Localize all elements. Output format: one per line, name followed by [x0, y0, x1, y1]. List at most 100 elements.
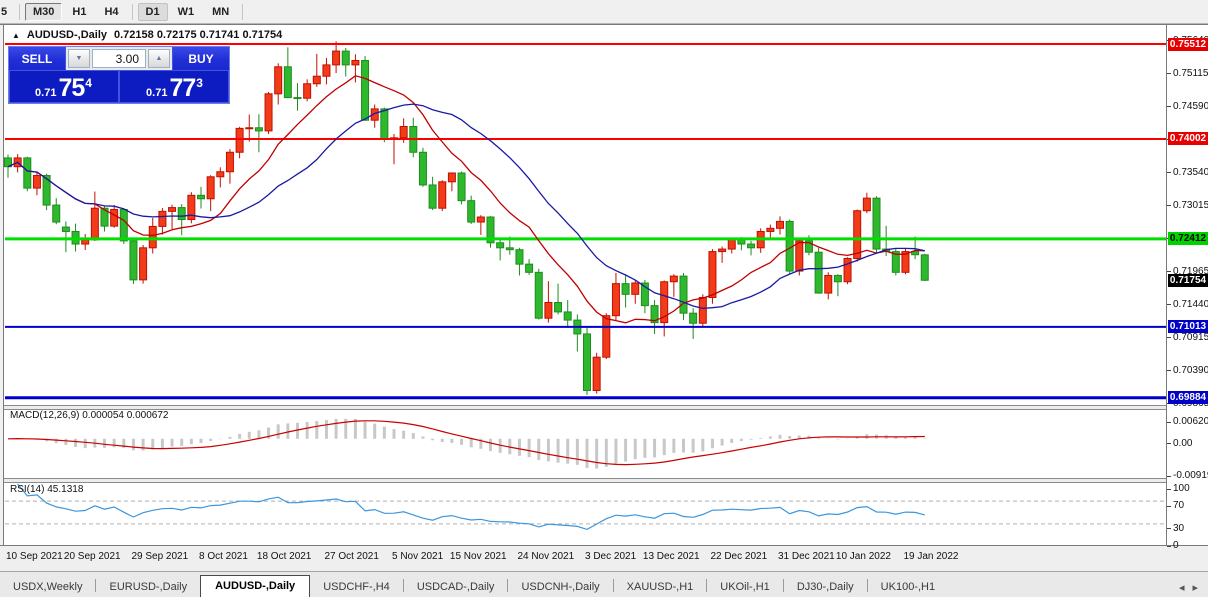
- date-axis-label: 27 Oct 2021: [324, 551, 378, 562]
- volume-increase-button[interactable]: ▲: [148, 49, 170, 68]
- sell-button[interactable]: SELL: [9, 47, 66, 70]
- macd-axis-tick-label: 0.006201: [1173, 416, 1208, 427]
- price-axis-tick-mark: [1167, 73, 1171, 74]
- price-axis-tick-label: 0.70390: [1173, 365, 1208, 376]
- macd-axis-tick-mark: [1167, 443, 1171, 444]
- timeframe-button-d1[interactable]: D1: [138, 3, 168, 21]
- date-axis-label: 15 Nov 2021: [450, 551, 507, 562]
- tab-scroll-left-icon[interactable]: ◂: [1179, 581, 1185, 594]
- timeframe-button-5[interactable]: 5: [0, 3, 14, 21]
- date-axis-label: 3 Dec 2021: [585, 551, 636, 562]
- volume-stepper: ▼ 3.00 ▲: [66, 47, 172, 70]
- chart-tab-usdcad-daily[interactable]: USDCAD-,Daily: [404, 577, 508, 597]
- price-axis-tick-label: 0.71440: [1173, 299, 1208, 310]
- rsi-axis-tick-label: 100: [1173, 483, 1190, 494]
- rsi-axis-tick-label: 0: [1173, 540, 1179, 551]
- collapse-arrow-icon[interactable]: ▲: [12, 31, 20, 40]
- price-axis-tick-mark: [1167, 172, 1171, 173]
- buy-price-pips: 77: [169, 76, 195, 100]
- price-flag: 0.69884: [1168, 391, 1208, 404]
- timeframe-button-mn[interactable]: MN: [204, 3, 237, 21]
- price-axis-tick-mark: [1167, 106, 1171, 107]
- rsi-axis-tick-mark: [1167, 546, 1171, 547]
- date-axis-label: 10 Jan 2022: [836, 551, 891, 562]
- date-axis-label: 18 Oct 2021: [257, 551, 311, 562]
- macd-panel-separator[interactable]: [4, 405, 1208, 410]
- timeframe-toolbar: 5 M30H1H4 D1W1MN: [0, 0, 1208, 24]
- volume-input[interactable]: 3.00: [92, 49, 146, 68]
- date-axis[interactable]: 10 Sep 202120 Sep 2021 29 Sep 2021 8 Oct 2…: [0, 546, 1208, 571]
- trade-panel: SELL ▼ 3.00 ▲ BUY 0.71 75 4 0.71 77 3: [8, 46, 230, 104]
- price-axis-tick-mark: [1167, 304, 1171, 305]
- price-flag: 0.75512: [1168, 38, 1208, 51]
- date-axis-label: 10 Sep 2021: [6, 551, 63, 562]
- chart-tab-uk100-h1[interactable]: UK100-,H1: [868, 577, 948, 597]
- price-axis-tick-mark: [1167, 370, 1171, 371]
- date-axis-label: 5 Nov 2021: [392, 551, 443, 562]
- mt4-window: 5 M30H1H4 D1W1MN ▲ AUDUSD-,Daily 0.72158 0…: [0, 0, 1208, 597]
- timeframe-button-h4[interactable]: H4: [96, 3, 126, 21]
- price-axis-tick-label: 0.75115: [1173, 68, 1208, 79]
- timeframe-button-m30[interactable]: M30: [25, 3, 62, 21]
- price-axis-tick-label: 0.74590: [1173, 101, 1208, 112]
- date-axis-label: 13 Dec 2021: [643, 551, 700, 562]
- chart-header: ▲ AUDUSD-,Daily 0.72158 0.72175 0.71741 …: [12, 29, 282, 41]
- macd-axis-tick-mark: [1167, 422, 1171, 423]
- price-axis-tick-mark: [1167, 337, 1171, 338]
- chart-tab-usdx-weekly[interactable]: USDX,Weekly: [0, 577, 95, 597]
- chart-tab-ukoil-h1[interactable]: UKOil-,H1: [707, 577, 783, 597]
- price-flag: 0.71013: [1168, 320, 1208, 333]
- price-axis-tick-mark: [1167, 271, 1171, 272]
- macd-label: MACD(12,26,9) 0.000054 0.000672: [10, 410, 168, 421]
- chart-tab-audusd-daily[interactable]: AUDUSD-,Daily: [200, 575, 310, 597]
- macd-axis-tick-label: -0.00919: [1173, 470, 1208, 481]
- buy-price-prefix: 0.71: [146, 86, 167, 100]
- date-axis-label: 29 Sep 2021: [131, 551, 188, 562]
- date-axis-label: 19 Jan 2022: [903, 551, 958, 562]
- price-flag: 0.72412: [1168, 232, 1208, 245]
- macd-axis-tick-label: 0.00: [1173, 438, 1192, 449]
- date-axis-label: 20 Sep 2021: [64, 551, 121, 562]
- buy-price-display[interactable]: 0.71 77 3: [120, 71, 229, 102]
- rsi-axis-tick-mark: [1167, 506, 1171, 507]
- chart-tab-eurusd-daily[interactable]: EURUSD-,Daily: [96, 577, 200, 597]
- price-axis[interactable]: 0.756400.751150.745900.740650.735400.730…: [1167, 25, 1208, 545]
- chart-tab-xauusd-h1[interactable]: XAUUSD-,H1: [614, 577, 707, 597]
- rsi-axis-tick-label: 70: [1173, 500, 1184, 511]
- chart-tab-dj30-daily[interactable]: DJ30-,Daily: [784, 577, 867, 597]
- rsi-label: RSI(14) 45.1318: [10, 484, 83, 495]
- buy-button[interactable]: BUY: [172, 47, 229, 70]
- date-axis-label: 8 Oct 2021: [199, 551, 248, 562]
- timeframe-button-w1[interactable]: W1: [170, 3, 203, 21]
- tab-scroll-arrows: ◂▸: [1179, 581, 1198, 594]
- volume-decrease-button[interactable]: ▼: [68, 49, 90, 68]
- toolbar-separator: [19, 4, 20, 20]
- rsi-axis-tick-mark: [1167, 489, 1171, 490]
- tab-scroll-right-icon[interactable]: ▸: [1192, 581, 1198, 594]
- price-flag: 0.74002: [1168, 132, 1208, 145]
- sell-price-fraction: 4: [85, 76, 92, 90]
- sell-price-pips: 75: [58, 76, 84, 100]
- date-axis-label: 24 Nov 2021: [517, 551, 574, 562]
- chart-tab-usdchf-h4[interactable]: USDCHF-,H4: [310, 577, 403, 597]
- sell-price-prefix: 0.71: [35, 86, 56, 100]
- price-flag: 0.71754: [1168, 274, 1208, 287]
- sell-price-display[interactable]: 0.71 75 4: [9, 71, 120, 102]
- rsi-panel-separator[interactable]: [4, 478, 1208, 483]
- price-axis-tick-mark: [1167, 205, 1171, 206]
- toolbar-separator: [242, 4, 243, 20]
- timeframe-button-h1[interactable]: H1: [64, 3, 94, 21]
- chart-tab-usdcnh-daily[interactable]: USDCNH-,Daily: [508, 577, 612, 597]
- chart-symbol-title: AUDUSD-,Daily: [27, 29, 107, 41]
- date-axis-label: 22 Dec 2021: [710, 551, 767, 562]
- date-axis-label: 31 Dec 2021: [778, 551, 835, 562]
- rsi-axis-tick-label: 30: [1173, 523, 1184, 534]
- toolbar-separator: [132, 4, 133, 20]
- chart-tab-bar: USDX,WeeklyEURUSD-,DailyAUDUSD-,DailyUSD…: [0, 571, 1208, 597]
- buy-price-fraction: 3: [196, 76, 203, 90]
- rsi-axis-tick-mark: [1167, 528, 1171, 529]
- price-axis-tick-label: 0.70915: [1173, 332, 1208, 343]
- price-axis-tick-label: 0.73540: [1173, 167, 1208, 178]
- price-axis-tick-label: 0.73015: [1173, 200, 1208, 211]
- macd-axis-tick-mark: [1167, 476, 1171, 477]
